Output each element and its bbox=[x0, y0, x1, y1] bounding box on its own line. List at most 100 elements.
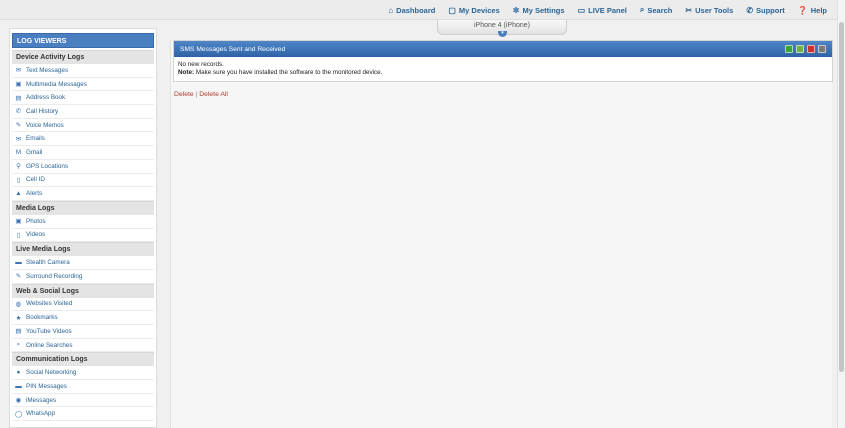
nav-user-tools[interactable]: ✂ User Tools bbox=[685, 6, 733, 15]
sidebar-item-emails[interactable]: ✉ Emails bbox=[12, 132, 154, 147]
nav-label: Dashboard bbox=[396, 5, 436, 15]
sidebar-item-online-searches[interactable]: ⌕ Online Searches bbox=[12, 339, 154, 353]
email-icon: ✉ bbox=[15, 135, 22, 143]
sidebar-item-label: Stealth Camera bbox=[26, 259, 70, 267]
sidebar-section-header: Web & Social Logs bbox=[12, 283, 154, 298]
sms-panel: SMS Messages Sent and Received No new re… bbox=[173, 40, 833, 82]
sidebar-item-websites-visited[interactable]: ◍ Websites Visited bbox=[12, 298, 154, 312]
delete-link[interactable]: Delete bbox=[174, 91, 194, 98]
note-text: Make sure you have installed the softwar… bbox=[194, 69, 383, 76]
sidebar-item-bookmarks[interactable]: ★ Bookmarks bbox=[12, 311, 154, 325]
nav-live-panel[interactable]: ▭ LIVE Panel bbox=[578, 6, 627, 15]
cell-id-icon: ▯ bbox=[16, 176, 21, 184]
sidebar-item-address-book[interactable]: ▤ Address Book bbox=[12, 91, 154, 106]
social-icon: ● bbox=[16, 369, 21, 377]
imessage-icon: ◉ bbox=[15, 397, 22, 405]
sidebar-item-label: Emails bbox=[26, 135, 45, 143]
nav-dashboard[interactable]: ⌂ Dashboard bbox=[388, 6, 435, 15]
nav-search[interactable]: ⌕ Search bbox=[640, 5, 673, 15]
sidebar-item-youtube-videos[interactable]: ▤ YouTube Videos bbox=[12, 325, 154, 339]
sidebar-item-whatsapp[interactable]: ◯ WhatsApp bbox=[12, 407, 154, 422]
sidebar-item-social-networking[interactable]: ● Social Networking bbox=[12, 366, 154, 381]
sidebar-item-label: PIN Messages bbox=[26, 382, 67, 390]
sidebar-item-label: WhatsApp bbox=[26, 410, 56, 418]
page-scrollbar[interactable] bbox=[837, 0, 845, 428]
photos-icon: ▣ bbox=[15, 218, 22, 226]
call-history-icon: ✆ bbox=[15, 108, 22, 116]
sidebar-item-label: GPS Locations bbox=[26, 162, 69, 170]
nav-support[interactable]: ✆ Support bbox=[746, 6, 784, 15]
panel-toolbar bbox=[785, 45, 826, 53]
delete-all-link[interactable]: Delete All bbox=[199, 91, 228, 98]
device-selector-label: iPhone 4 (iPhone) bbox=[473, 22, 531, 29]
sidebar-item-label: Photos bbox=[26, 217, 46, 225]
excel-export-icon[interactable] bbox=[785, 45, 793, 53]
globe-icon: ◍ bbox=[15, 300, 22, 308]
sidebar-item-multimedia-messages[interactable]: ▣ Multimedia Messages bbox=[12, 78, 154, 92]
panel-header: SMS Messages Sent and Received bbox=[174, 41, 832, 57]
sidebar-item-label: Social Networking bbox=[26, 369, 77, 377]
sidebar-item-videos[interactable]: ▯ Videos bbox=[12, 229, 154, 243]
chevron-down-icon[interactable]: ▾ bbox=[498, 31, 507, 37]
settings-icon: ✲ bbox=[512, 5, 520, 15]
home-icon: ⌂ bbox=[388, 5, 394, 15]
sidebar-item-label: Bookmarks bbox=[26, 314, 58, 322]
sidebar-item-pin-messages[interactable]: ▬ PIN Messages bbox=[12, 380, 154, 394]
sidebar-section-header: Device Activity Logs bbox=[12, 50, 154, 64]
mms-icon: ▣ bbox=[15, 81, 22, 89]
whatsapp-icon: ◯ bbox=[15, 410, 23, 418]
sidebar-item-label: Gmail bbox=[26, 148, 43, 156]
sidebar-item-surround-recording[interactable]: ✎ Surround Recording bbox=[12, 270, 154, 284]
sidebar-item-cell-id[interactable]: ▯ Cell ID bbox=[12, 174, 154, 188]
sidebar: LOG VIEWERS Device Activity Logs ✉ Text Me… bbox=[9, 28, 157, 428]
user-tools-icon: ✂ bbox=[685, 5, 693, 15]
nav-my-devices[interactable]: ▢ My Devices bbox=[448, 6, 499, 15]
sidebar-title: LOG VIEWERS bbox=[12, 33, 154, 48]
panel-body: No new records. Note: Make sure you have… bbox=[174, 57, 832, 77]
main-content: SMS Messages Sent and Received No new re… bbox=[170, 40, 833, 428]
sidebar-item-label: Websites Visited bbox=[26, 300, 73, 308]
pdf-export-icon[interactable] bbox=[807, 45, 815, 53]
sidebar-item-alerts[interactable]: ▲ Alerts bbox=[12, 187, 154, 201]
sidebar-item-label: Alerts bbox=[26, 190, 43, 198]
sidebar-menu: Device Activity Logs ✉ Text Messages ▣ Multi… bbox=[10, 50, 156, 422]
camera-icon: ▬ bbox=[15, 259, 22, 267]
sidebar-item-photos[interactable]: ▣ Photos bbox=[12, 215, 154, 229]
csv-export-icon[interactable] bbox=[796, 45, 804, 53]
nav-label: LIVE Panel bbox=[588, 5, 627, 15]
sidebar-item-gps-locations[interactable]: ⚲ GPS Locations bbox=[12, 160, 154, 174]
sidebar-item-stealth-camera[interactable]: ▬ Stealth Camera bbox=[12, 256, 154, 270]
device-selector[interactable]: iPhone 4 (iPhone) ▾ bbox=[437, 20, 567, 37]
nav-my-settings[interactable]: ✲ My Settings bbox=[513, 6, 565, 15]
sidebar-item-label: Address Book bbox=[26, 94, 66, 102]
nav-label: Help bbox=[810, 5, 827, 15]
sidebar-item-call-history[interactable]: ✆ Call History bbox=[12, 105, 154, 119]
sidebar-item-text-messages[interactable]: ✉ Text Messages bbox=[12, 64, 154, 78]
sidebar-item-label: Voice Memos bbox=[26, 121, 64, 129]
sidebar-section-header: Live Media Logs bbox=[12, 242, 154, 257]
sidebar-item-label: Multimedia Messages bbox=[26, 80, 87, 88]
star-icon: ★ bbox=[15, 314, 22, 322]
nav-label: My Settings bbox=[522, 5, 565, 15]
print-icon[interactable] bbox=[818, 45, 826, 53]
scrollbar-thumb[interactable] bbox=[839, 22, 844, 372]
sidebar-item-imessages[interactable]: ◉ iMessages bbox=[12, 394, 154, 408]
nav-label: My Devices bbox=[458, 5, 500, 15]
note-label: Note: bbox=[178, 69, 195, 76]
install-note: Note: Make sure you have installed the s… bbox=[178, 69, 828, 77]
sidebar-item-voice-memos[interactable]: ✎ Voice Memos bbox=[12, 119, 154, 133]
sidebar-item-gmail[interactable]: M Gmail bbox=[12, 146, 154, 160]
videos-icon: ▯ bbox=[16, 231, 21, 239]
nav-help[interactable]: ❓ Help bbox=[798, 6, 827, 15]
sidebar-item-label: YouTube Videos bbox=[26, 327, 72, 335]
sidebar-item-label: iMessages bbox=[26, 396, 57, 404]
sidebar-item-label: Videos bbox=[26, 231, 46, 239]
sidebar-item-label: Online Searches bbox=[26, 341, 73, 349]
empty-message: No new records. bbox=[178, 61, 224, 68]
separator: | bbox=[195, 91, 198, 98]
sms-icon: ✉ bbox=[15, 67, 22, 75]
sidebar-item-label: Surround Recording bbox=[26, 272, 83, 280]
nav-label: User Tools bbox=[695, 5, 734, 15]
microphone-icon: ✎ bbox=[15, 273, 22, 281]
help-icon: ❓ bbox=[797, 5, 808, 15]
